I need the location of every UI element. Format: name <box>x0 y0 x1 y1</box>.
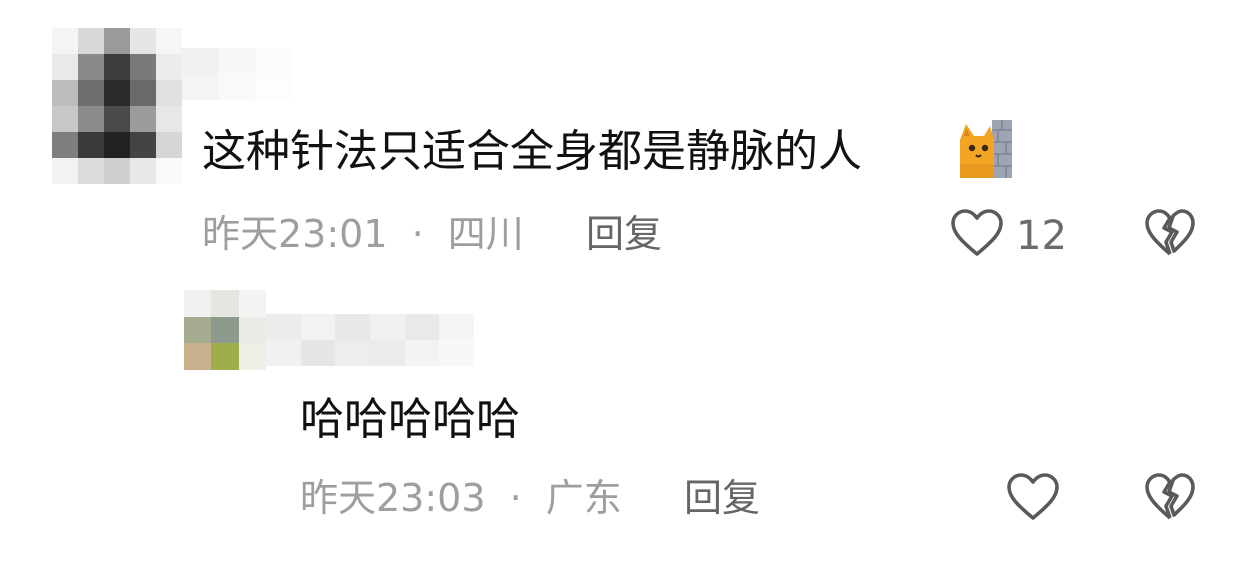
comment-meta: 昨天23:03 · 广东 <box>300 476 622 520</box>
avatar[interactable] <box>52 28 182 184</box>
timestamp: 昨天23:03 <box>300 476 486 520</box>
meta-separator: · <box>411 212 424 256</box>
comment-body: 哈哈哈哈哈 <box>300 394 520 445</box>
comment-meta: 昨天23:01 · 四川 <box>202 212 524 256</box>
comment-body: 这种针法只适合全身都是静脉的人 <box>202 126 862 177</box>
username-blurred[interactable] <box>182 48 292 100</box>
cat-peeking-icon <box>960 120 1012 178</box>
location: 四川 <box>447 212 524 256</box>
heart-icon[interactable] <box>1006 472 1060 522</box>
location: 广东 <box>545 476 622 520</box>
timestamp: 昨天23:01 <box>202 212 388 256</box>
reply-button[interactable]: 回复 <box>586 212 662 256</box>
like-count: 12 <box>1016 213 1067 259</box>
heart-icon[interactable] <box>950 208 1004 258</box>
broken-heart-icon[interactable] <box>1144 208 1196 258</box>
avatar[interactable] <box>184 290 266 370</box>
comment-text: 这种针法只适合全身都是静脉的人 <box>202 126 862 178</box>
comment-text: 哈哈哈哈哈 <box>300 394 520 446</box>
username-blurred[interactable] <box>266 314 474 366</box>
reply-button[interactable]: 回复 <box>684 476 760 520</box>
meta-separator: · <box>509 476 522 520</box>
broken-heart-icon[interactable] <box>1144 472 1196 522</box>
